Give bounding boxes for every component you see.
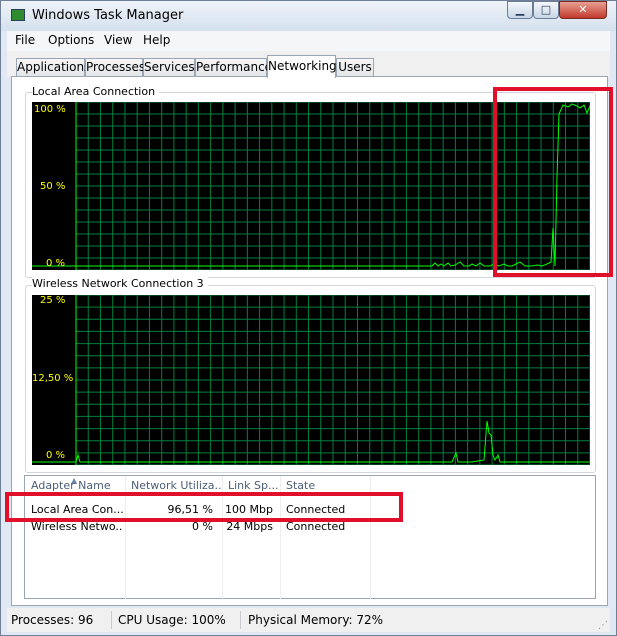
menu-view[interactable]: View: [104, 33, 132, 47]
axis-label-wlan-min: 0 %: [46, 450, 66, 461]
tab-users[interactable]: Users: [336, 58, 374, 77]
graph-wlan: 25 % 12,50 % 0 %: [32, 295, 590, 465]
axis-label-lan-mid: 50 %: [40, 181, 66, 192]
status-physical-memory: Physical Memory: 72%: [248, 613, 384, 627]
title-bar[interactable]: Windows Task Manager ▁ □ ✕: [1, 1, 616, 31]
menu-options[interactable]: Options: [48, 33, 94, 47]
graph-wlan-grid: [75, 295, 590, 465]
highlight-box-lan-row: [5, 492, 403, 522]
status-cpu-usage: CPU Usage: 100%: [118, 611, 241, 629]
minimize-button[interactable]: ▁: [507, 1, 533, 19]
tab-services[interactable]: Services: [143, 58, 195, 77]
close-button[interactable]: ✕: [559, 1, 607, 19]
axis-label-wlan-mid: 12,50 %: [32, 373, 74, 384]
status-processes: Processes: 96: [11, 611, 112, 629]
tab-performance[interactable]: Performance: [195, 58, 272, 77]
status-bar: Processes: 96 CPU Usage: 100% Physical M…: [7, 608, 610, 632]
tab-strip: Applications Processes Services Performa…: [7, 51, 610, 78]
task-manager-window: Windows Task Manager ▁ □ ✕ File Options …: [0, 0, 617, 636]
maximize-button[interactable]: □: [533, 1, 559, 19]
graph-wlan-svg: [32, 295, 590, 465]
graph-title-wlan: Wireless Network Connection 3: [32, 277, 208, 290]
menu-file[interactable]: File: [15, 33, 35, 47]
resize-grip-icon[interactable]: ⋰: [598, 620, 608, 631]
graph-title-lan: Local Area Connection: [32, 85, 160, 98]
tab-networking[interactable]: Networking: [267, 55, 337, 78]
menu-help[interactable]: Help: [143, 33, 170, 47]
tab-processes[interactable]: Processes: [85, 58, 145, 77]
task-manager-icon: [11, 9, 25, 21]
axis-label-lan-max: 100 %: [34, 104, 66, 115]
highlight-box-graph-spike: [493, 87, 613, 277]
graph-wlan-trace: [32, 420, 590, 463]
axis-label-lan-min: 0 %: [46, 258, 66, 269]
axis-label-wlan-max: 25 %: [40, 295, 66, 306]
tab-applications[interactable]: Applications: [16, 58, 90, 77]
menu-bar: File Options View Help: [7, 31, 610, 51]
window-title: Windows Task Manager: [32, 8, 184, 23]
